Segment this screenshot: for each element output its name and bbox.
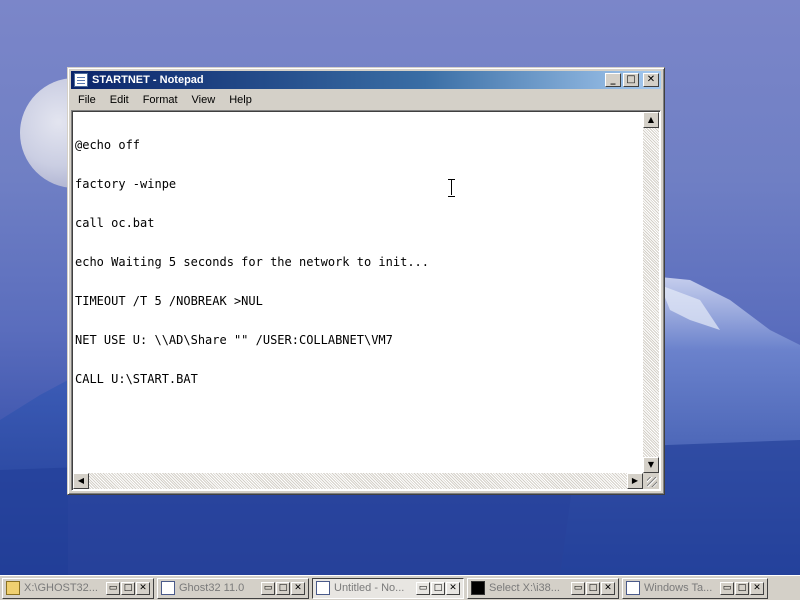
scroll-left-button[interactable]: ◀ [73,473,89,489]
horizontal-scrollbar[interactable]: ◀ ▶ [73,473,643,489]
monitor-icon [626,581,640,595]
window-controls: _ □ ✕ [605,73,659,87]
maximize-button[interactable]: □ [276,581,290,595]
resize-grip[interactable] [643,473,659,489]
close-button[interactable]: ✕ [750,581,764,595]
taskbar: X:\GHOST32... ▭ □ ✕ Ghost32 11.0 ▭ □ ✕ U… [0,575,800,600]
maximize-button[interactable]: □ [431,581,445,595]
text-line: factory -winpe [75,177,177,191]
restore-button[interactable]: ▭ [571,581,585,595]
text-line: CALL U:\START.BAT [75,372,198,386]
minimize-button[interactable]: _ [605,73,621,87]
restore-button[interactable]: ▭ [106,581,120,595]
menu-bar: File Edit Format View Help [71,90,661,109]
menu-edit[interactable]: Edit [103,94,136,106]
close-button[interactable]: ✕ [601,581,615,595]
notepad-icon [316,581,330,595]
restore-button[interactable]: ▭ [720,581,734,595]
maximize-button[interactable]: □ [586,581,600,595]
menu-view[interactable]: View [185,94,223,106]
scroll-right-button[interactable]: ▶ [627,473,643,489]
text-line: echo Waiting 5 seconds for the network t… [75,255,430,269]
taskbar-item-task-manager[interactable]: Windows Ta... ▭ □ ✕ [622,577,768,599]
taskbar-item-label: Select X:\i38... [489,582,560,594]
maximize-button[interactable]: □ [623,73,639,87]
cmd-icon [471,581,485,595]
menu-help[interactable]: Help [222,94,259,106]
maximize-button[interactable]: □ [121,581,135,595]
taskbar-item-cmd[interactable]: Select X:\i38... ▭ □ ✕ [467,577,619,599]
notepad-icon [74,73,88,87]
restore-button[interactable]: ▭ [261,581,275,595]
ibeam-cursor-icon [448,179,456,197]
taskbar-item-label: X:\GHOST32... [24,582,98,594]
taskbar-item-untitled-notepad[interactable]: Untitled - No... ▭ □ ✕ [312,577,464,599]
menu-format[interactable]: Format [136,94,185,106]
notepad-window[interactable]: STARTNET - Notepad _ □ ✕ File Edit Forma… [67,67,665,495]
taskbar-item-label: Windows Ta... [644,582,713,594]
menu-file[interactable]: File [71,94,103,106]
scroll-down-button[interactable]: ▼ [643,457,659,473]
taskbar-item-ghost32-folder[interactable]: X:\GHOST32... ▭ □ ✕ [2,577,154,599]
text-line: NET USE U: \\AD\Share "" /USER:COLLABNET… [75,333,393,347]
close-button[interactable]: ✕ [446,581,460,595]
text-line: call oc.bat [75,216,155,230]
window-icon [161,581,175,595]
text-content[interactable]: @echo off factory -winpe call oc.bat ech… [74,113,642,472]
folder-icon [6,581,20,595]
text-line: @echo off [75,138,141,152]
close-button[interactable]: ✕ [643,73,659,87]
text-editor[interactable]: @echo off factory -winpe call oc.bat ech… [71,110,661,491]
taskbar-item-label: Untitled - No... [334,582,405,594]
restore-button[interactable]: ▭ [416,581,430,595]
taskbar-item-label: Ghost32 11.0 [179,582,245,594]
window-title: STARTNET - Notepad [92,74,204,86]
close-button[interactable]: ✕ [136,581,150,595]
close-button[interactable]: ✕ [291,581,305,595]
title-bar[interactable]: STARTNET - Notepad _ □ ✕ [71,71,661,89]
vertical-scrollbar[interactable]: ▲ ▼ [643,112,659,473]
scroll-up-button[interactable]: ▲ [643,112,659,128]
taskbar-item-ghost32[interactable]: Ghost32 11.0 ▭ □ ✕ [157,577,309,599]
text-line: TIMEOUT /T 5 /NOBREAK >NUL [75,294,263,308]
maximize-button[interactable]: □ [735,581,749,595]
